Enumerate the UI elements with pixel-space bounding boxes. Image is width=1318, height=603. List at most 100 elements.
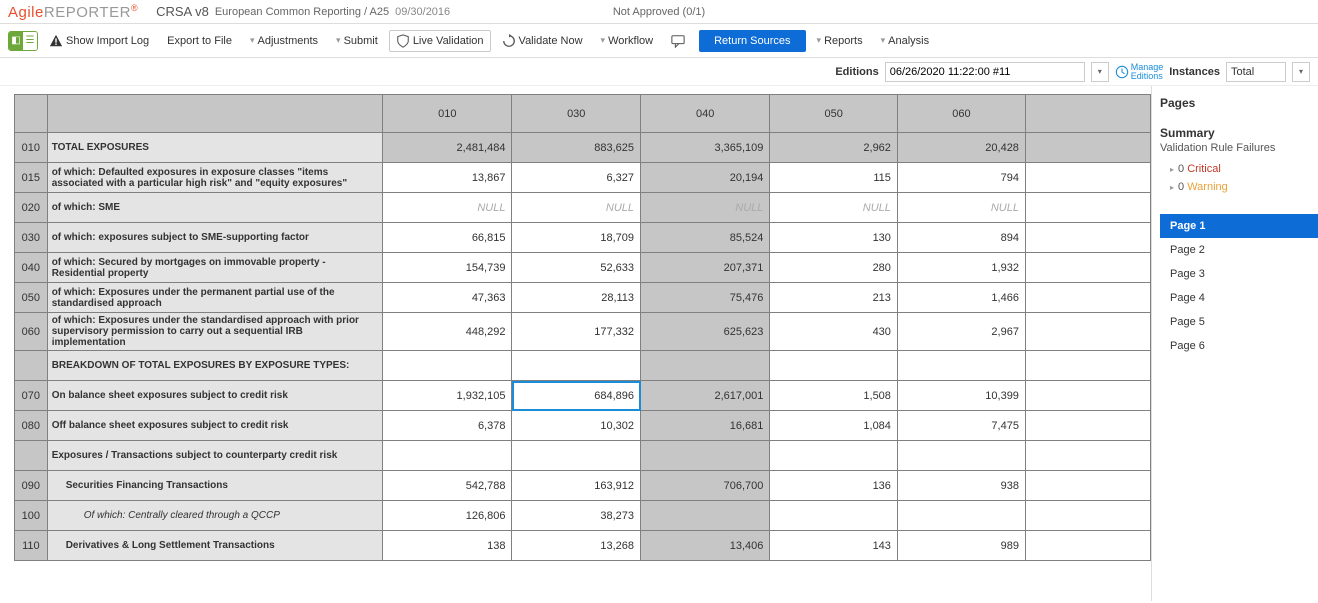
grid-cell[interactable]: 2,481,484: [383, 133, 512, 163]
reports-menu[interactable]: Reports: [810, 30, 870, 52]
grid-cell[interactable]: 1,508: [770, 381, 898, 411]
grid-cell[interactable]: 47,363: [383, 283, 512, 313]
grid-cell[interactable]: 448,292: [383, 313, 512, 351]
live-validation-button[interactable]: Live Validation: [389, 30, 491, 52]
grid-cell[interactable]: 10,399: [897, 381, 1025, 411]
grid-cell[interactable]: 154,739: [383, 253, 512, 283]
grid-cell[interactable]: 684,896: [512, 381, 641, 411]
grid-cell[interactable]: 894: [897, 223, 1025, 253]
grid-cell[interactable]: [770, 441, 898, 471]
grid-cell[interactable]: [641, 501, 770, 531]
grid-cell[interactable]: 706,700: [641, 471, 770, 501]
critical-failures[interactable]: ▸0 Critical: [1160, 160, 1318, 178]
grid-cell[interactable]: NULL: [641, 193, 770, 223]
grid-cell[interactable]: NULL: [770, 193, 898, 223]
warning-failures[interactable]: ▸0 Warning: [1160, 178, 1318, 196]
grid-cell[interactable]: [641, 441, 770, 471]
instances-dropdown-caret[interactable]: ▾: [1292, 62, 1310, 82]
editions-input[interactable]: [885, 62, 1085, 82]
grid-cell[interactable]: 883,625: [512, 133, 641, 163]
grid-cell[interactable]: [512, 351, 641, 381]
page-nav-item[interactable]: Page 5: [1160, 310, 1318, 334]
grid-cell[interactable]: [383, 441, 512, 471]
page-nav-item[interactable]: Page 2: [1160, 238, 1318, 262]
grid-cell[interactable]: 2,967: [897, 313, 1025, 351]
row-label: On balance sheet exposures subject to cr…: [47, 381, 382, 411]
grid-cell[interactable]: 794: [897, 163, 1025, 193]
grid-cell[interactable]: 115: [770, 163, 898, 193]
grid-cell[interactable]: 1,932,105: [383, 381, 512, 411]
grid-cell[interactable]: 136: [770, 471, 898, 501]
view-toggle[interactable]: ◧☰: [8, 31, 38, 51]
grid-cell[interactable]: 430: [770, 313, 898, 351]
grid-cell[interactable]: 18,709: [512, 223, 641, 253]
grid-cell[interactable]: 126,806: [383, 501, 512, 531]
grid-cell[interactable]: 938: [897, 471, 1025, 501]
grid-cell[interactable]: 143: [770, 531, 898, 561]
page-nav-item[interactable]: Page 1: [1160, 214, 1318, 238]
summary-heading[interactable]: Summary: [1160, 126, 1318, 140]
grid-cell[interactable]: 130: [770, 223, 898, 253]
grid-cell[interactable]: [770, 501, 898, 531]
grid-cell[interactable]: [383, 351, 512, 381]
grid-cell[interactable]: 213: [770, 283, 898, 313]
grid-cell[interactable]: NULL: [383, 193, 512, 223]
grid-cell[interactable]: 1,084: [770, 411, 898, 441]
grid-cell[interactable]: 75,476: [641, 283, 770, 313]
grid-cell[interactable]: [770, 351, 898, 381]
grid-cell[interactable]: 3,365,109: [641, 133, 770, 163]
grid-cell[interactable]: 542,788: [383, 471, 512, 501]
approval-status[interactable]: Not Approved (0/1): [613, 6, 705, 18]
manage-editions-button[interactable]: ManageEditions: [1115, 63, 1164, 81]
grid-cell[interactable]: 7,475: [897, 411, 1025, 441]
grid-cell[interactable]: 1,466: [897, 283, 1025, 313]
grid-cell[interactable]: 13,406: [641, 531, 770, 561]
grid-cell[interactable]: 38,273: [512, 501, 641, 531]
grid-cell[interactable]: 20,428: [897, 133, 1025, 163]
grid-cell[interactable]: 989: [897, 531, 1025, 561]
grid-cell[interactable]: [641, 351, 770, 381]
grid-cell[interactable]: 625,623: [641, 313, 770, 351]
grid-cell[interactable]: 177,332: [512, 313, 641, 351]
grid-cell[interactable]: 10,302: [512, 411, 641, 441]
editions-dropdown-caret[interactable]: ▾: [1091, 62, 1109, 82]
grid-cell[interactable]: 13,268: [512, 531, 641, 561]
submit-menu[interactable]: Submit: [329, 30, 385, 52]
adjustments-menu[interactable]: Adjustments: [243, 30, 325, 52]
grid-cell[interactable]: NULL: [897, 193, 1025, 223]
grid-cell[interactable]: 85,524: [641, 223, 770, 253]
grid-cell[interactable]: 66,815: [383, 223, 512, 253]
grid-cell[interactable]: 2,617,001: [641, 381, 770, 411]
grid-scroll-area[interactable]: 010030040050060010TOTAL EXPOSURES2,481,4…: [0, 86, 1151, 601]
instances-select[interactable]: Total: [1226, 62, 1286, 82]
validate-now-button[interactable]: Validate Now: [495, 30, 590, 52]
grid-cell[interactable]: [897, 351, 1025, 381]
grid-cell[interactable]: [512, 441, 641, 471]
grid-cell[interactable]: [897, 501, 1025, 531]
grid-cell[interactable]: 163,912: [512, 471, 641, 501]
grid-cell[interactable]: 13,867: [383, 163, 512, 193]
grid-cell[interactable]: 138: [383, 531, 512, 561]
grid-cell[interactable]: 1,932: [897, 253, 1025, 283]
grid-cell[interactable]: 280: [770, 253, 898, 283]
grid-cell[interactable]: 207,371: [641, 253, 770, 283]
grid-cell[interactable]: [897, 441, 1025, 471]
grid-cell[interactable]: 2,962: [770, 133, 898, 163]
workflow-menu[interactable]: Workflow: [594, 30, 661, 52]
grid-cell[interactable]: NULL: [512, 193, 641, 223]
grid-cell[interactable]: 6,378: [383, 411, 512, 441]
grid-cell[interactable]: 28,113: [512, 283, 641, 313]
export-to-file-button[interactable]: Export to File: [160, 30, 239, 52]
page-nav-item[interactable]: Page 6: [1160, 334, 1318, 358]
grid-cell[interactable]: 20,194: [641, 163, 770, 193]
show-import-log-button[interactable]: Show Import Log: [42, 30, 156, 52]
validation-rule-failures-label: Validation Rule Failures: [1160, 142, 1318, 154]
grid-cell[interactable]: 6,327: [512, 163, 641, 193]
grid-cell[interactable]: 52,633: [512, 253, 641, 283]
page-nav-item[interactable]: Page 4: [1160, 286, 1318, 310]
analysis-menu[interactable]: Analysis: [874, 30, 937, 52]
comment-button[interactable]: [664, 30, 695, 52]
return-sources-button[interactable]: Return Sources: [699, 30, 805, 52]
page-nav-item[interactable]: Page 3: [1160, 262, 1318, 286]
grid-cell[interactable]: 16,681: [641, 411, 770, 441]
